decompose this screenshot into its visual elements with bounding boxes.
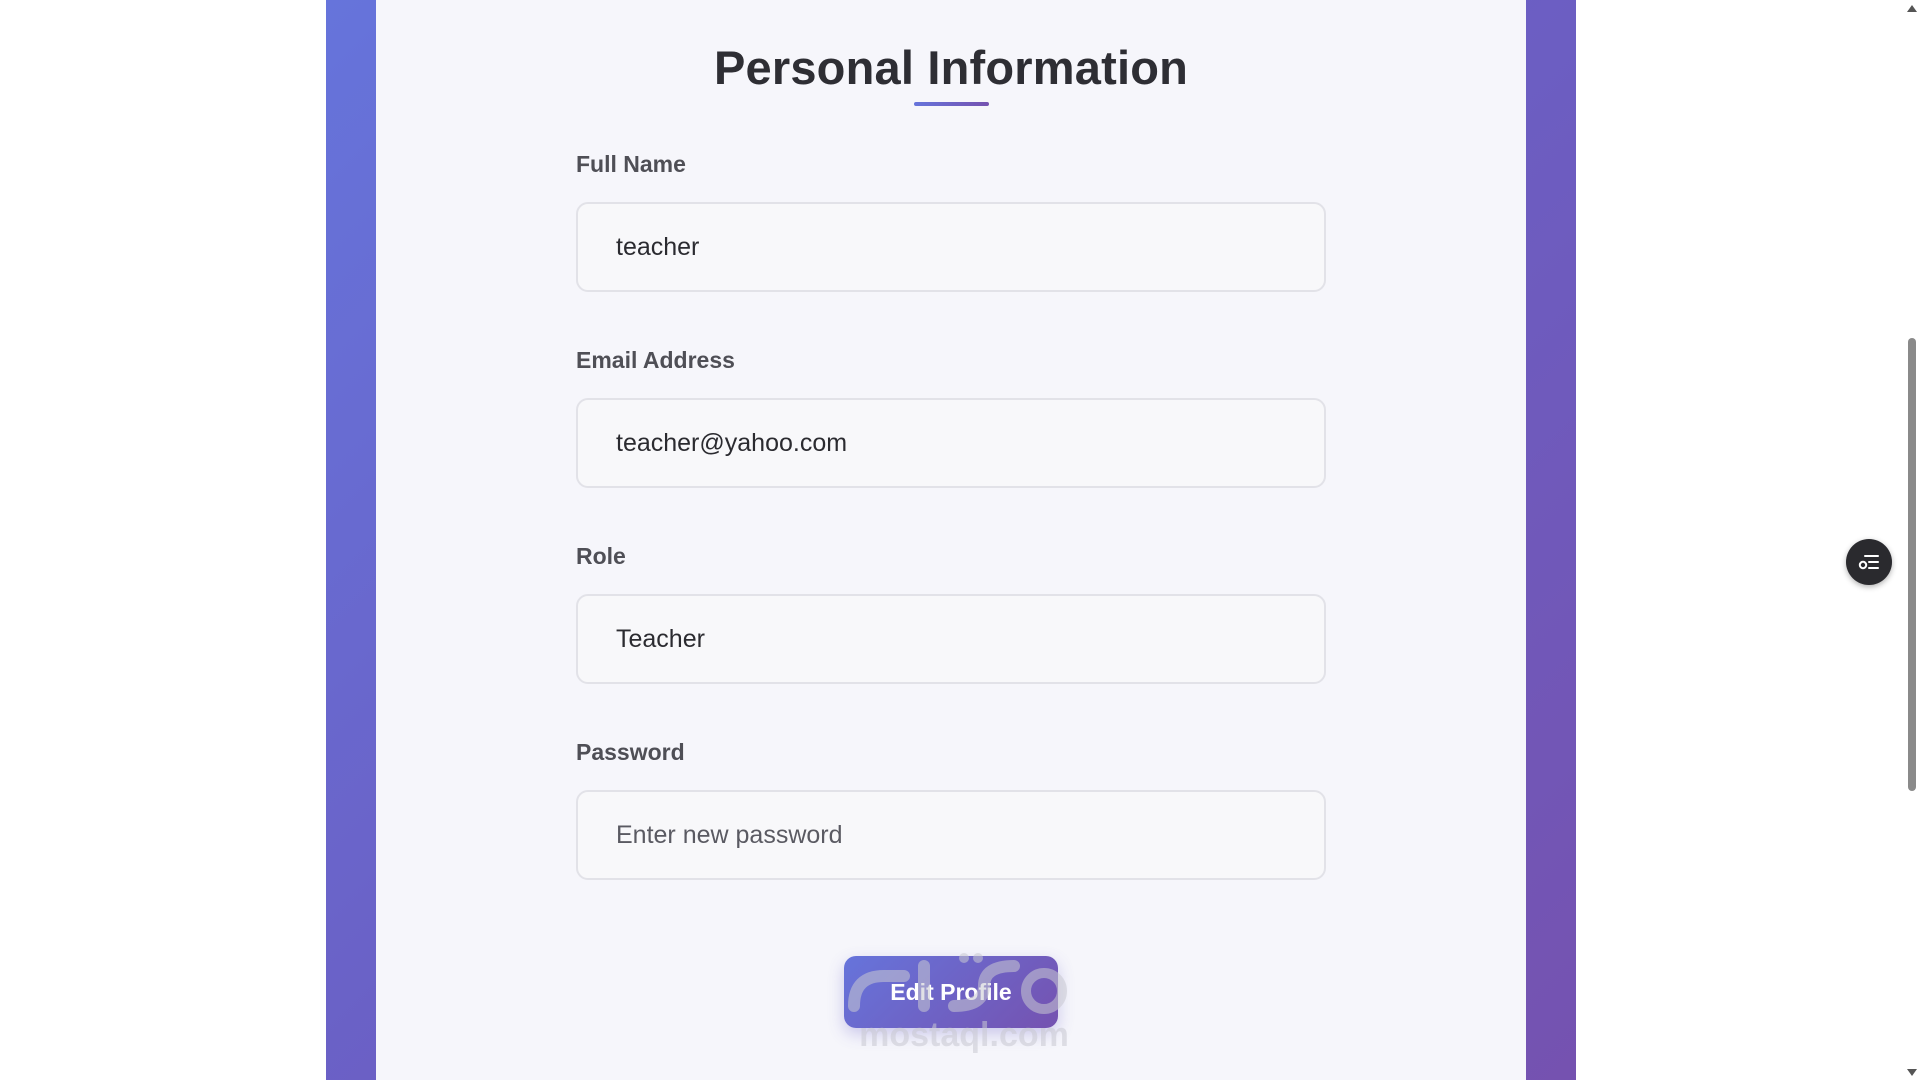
- floating-menu-button[interactable]: [1846, 539, 1892, 585]
- scroll-down-icon: [1907, 1068, 1917, 1076]
- scroll-up-icon: [1907, 4, 1917, 12]
- profile-card: Personal Information Full Name Email Add…: [376, 0, 1526, 1080]
- scroll-down-arrow[interactable]: [1904, 1064, 1920, 1080]
- page-viewport: Personal Information Full Name Email Add…: [0, 0, 1920, 1080]
- vertical-scrollbar[interactable]: [1904, 0, 1920, 1080]
- title-underline: [914, 102, 989, 106]
- email-field[interactable]: [576, 398, 1326, 488]
- password-field[interactable]: [576, 790, 1326, 880]
- full-name-label: Full Name: [576, 151, 686, 177]
- page-title: Personal Information: [713, 41, 1189, 94]
- edit-profile-button[interactable]: Edit Profile: [844, 956, 1058, 1028]
- role-label: Role: [576, 543, 626, 569]
- full-name-field[interactable]: [576, 202, 1326, 292]
- scroll-up-arrow[interactable]: [1904, 0, 1920, 16]
- password-label: Password: [576, 739, 685, 765]
- list-settings-icon: [1858, 555, 1879, 570]
- email-label: Email Address: [576, 347, 735, 373]
- role-field[interactable]: [576, 594, 1326, 684]
- scrollbar-thumb[interactable]: [1908, 338, 1916, 791]
